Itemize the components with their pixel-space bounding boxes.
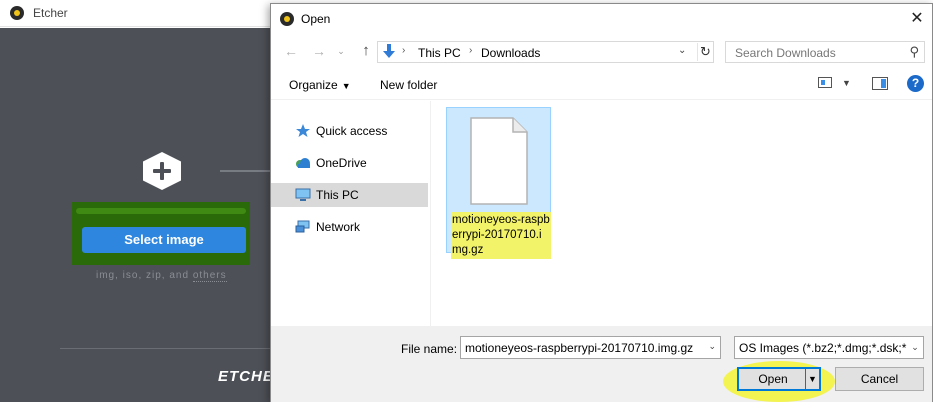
- etcher-app-icon: [10, 6, 24, 20]
- nav-item-label: This PC: [316, 188, 359, 202]
- nav-item-label: Quick access: [316, 124, 388, 138]
- search-icon[interactable]: ⚲: [909, 44, 919, 60]
- breadcrumb-this-pc[interactable]: This PC: [418, 46, 461, 60]
- supported-extensions-text: img, iso, zip, and others: [96, 270, 227, 282]
- breadcrumb-separator-icon: ›: [402, 45, 406, 56]
- monitor-icon: [295, 188, 311, 201]
- address-bar[interactable]: › This PC › Downloads ⌄ ↻: [377, 41, 714, 63]
- star-icon: [296, 124, 310, 137]
- file-name-input[interactable]: motioneyeos-raspberrypi-20170710.img.gz …: [460, 336, 721, 359]
- etcher-window-title: Etcher: [33, 6, 68, 20]
- nav-item-quick-access[interactable]: Quick access: [271, 119, 428, 143]
- breadcrumb-downloads[interactable]: Downloads: [481, 46, 540, 60]
- footer-divider: [60, 348, 280, 349]
- open-button-label: Open: [758, 372, 788, 386]
- search-placeholder: Search Downloads: [735, 46, 836, 60]
- cloud-icon: [296, 158, 310, 168]
- file-name-dropdown-icon[interactable]: ⌄: [708, 341, 716, 352]
- breadcrumb-separator-icon: ›: [469, 45, 473, 56]
- nav-item-onedrive[interactable]: OneDrive: [271, 151, 428, 175]
- dialog-title: Open: [301, 12, 331, 26]
- back-arrow-icon[interactable]: ←: [281, 41, 301, 61]
- open-split-dropdown-icon[interactable]: ▼: [805, 369, 819, 389]
- dropdown-caret-icon: ▼: [341, 81, 351, 91]
- file-item-name: motioneyeos-raspberrypi-20170710.img.gz: [451, 212, 551, 259]
- recent-locations-chevron-icon[interactable]: ⌄: [331, 41, 351, 61]
- dialog-app-icon: [280, 12, 294, 26]
- change-view-icon[interactable]: [818, 77, 832, 88]
- up-arrow-icon[interactable]: ↑: [356, 41, 376, 61]
- file-type-select[interactable]: OS Images (*.bz2;*.dmg;*.dsk;*. ⌄: [734, 336, 924, 359]
- nav-item-label: Network: [316, 220, 361, 234]
- help-icon[interactable]: ?: [907, 75, 924, 92]
- search-input[interactable]: Search Downloads ⚲: [725, 41, 925, 63]
- command-toolbar: Organize ▼ New folder ▼ ?: [271, 70, 932, 100]
- file-type-dropdown-icon[interactable]: ⌄: [907, 337, 923, 358]
- select-image-button[interactable]: Select image: [82, 227, 246, 253]
- dialog-titlebar: Open ✕: [271, 4, 932, 34]
- navigation-pane: Quick access OneDrive This PC Network: [271, 101, 428, 326]
- organize-menu-button[interactable]: Organize ▼: [289, 78, 351, 92]
- plus-hexagon-icon[interactable]: [143, 152, 181, 190]
- step-connector-line: [220, 170, 275, 172]
- refresh-icon[interactable]: ↻: [697, 43, 713, 61]
- others-link[interactable]: others: [192, 270, 227, 282]
- file-name-value: motioneyeos-raspberrypi-20170710.img.gz: [465, 341, 694, 355]
- open-button[interactable]: Open ▼: [737, 367, 821, 391]
- forward-arrow-icon[interactable]: →: [309, 41, 329, 61]
- nav-item-this-pc[interactable]: This PC: [271, 183, 428, 207]
- cancel-button[interactable]: Cancel: [835, 367, 924, 391]
- view-options-caret-icon[interactable]: ▼: [842, 78, 851, 88]
- new-folder-button[interactable]: New folder: [380, 78, 437, 92]
- nav-item-network[interactable]: Network: [271, 215, 428, 239]
- network-icon: [295, 220, 310, 233]
- file-list-area: motioneyeos-raspberrypi-20170710.img.gz: [431, 101, 932, 326]
- navigation-bar: ← → ⌄ ↑ › This PC › Downloads ⌄ ↻ Search…: [271, 39, 932, 65]
- nav-item-label: OneDrive: [316, 156, 367, 170]
- extensions-list: img, iso, zip, and: [96, 270, 190, 281]
- address-dropdown-icon[interactable]: ⌄: [678, 45, 686, 56]
- generic-file-icon: [470, 117, 528, 205]
- preview-pane-icon[interactable]: [872, 77, 888, 90]
- file-type-value: OS Images (*.bz2;*.dmg;*.dsk;*.: [739, 341, 910, 355]
- organize-label: Organize: [289, 78, 338, 92]
- file-name-label: File name:: [401, 342, 458, 356]
- file-item[interactable]: motioneyeos-raspberrypi-20170710.img.gz: [446, 107, 551, 259]
- open-file-dialog: Open ✕ ← → ⌄ ↑ › This PC › Downloads ⌄ ↻…: [270, 3, 933, 402]
- close-icon[interactable]: ✕: [906, 8, 928, 30]
- dialog-footer: File name: motioneyeos-raspberrypi-20170…: [271, 326, 932, 402]
- downloads-folder-icon: [383, 44, 395, 58]
